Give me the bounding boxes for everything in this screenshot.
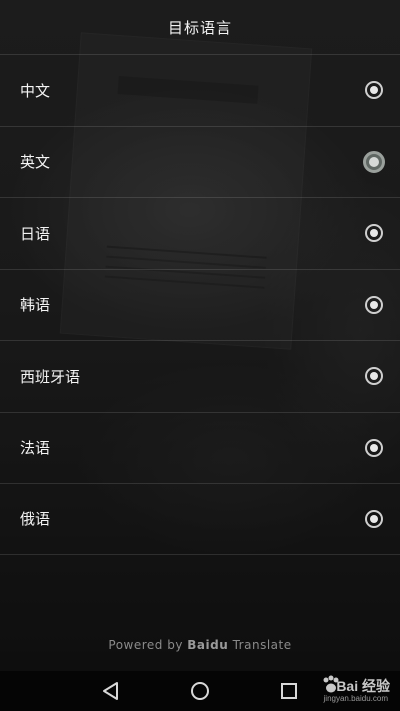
radio-dot-icon xyxy=(370,300,378,309)
watermark-main-text: Bai 经验 xyxy=(336,678,390,694)
watermark-url-text: jingyan.baidu.com xyxy=(323,694,388,703)
language-option-japanese[interactable]: 日语 xyxy=(0,197,400,269)
title-bar: 目标语言 xyxy=(0,0,400,54)
radio-button[interactable] xyxy=(365,509,383,528)
language-list: 中文 英文 日语 韩语 西班牙语 法语 俄语 xyxy=(0,54,400,555)
radio-button[interactable] xyxy=(365,438,383,457)
radio-button[interactable] xyxy=(365,367,383,386)
language-option-russian[interactable]: 俄语 xyxy=(0,483,400,555)
home-circle-icon xyxy=(191,682,209,700)
system-navigation-bar: Bai 经验 jingyan.baidu.com xyxy=(0,671,400,711)
language-label: 日语 xyxy=(20,224,51,243)
recent-square-icon xyxy=(281,683,297,699)
language-option-korean[interactable]: 韩语 xyxy=(0,268,400,341)
screen: 目标语言 中文 英文 日语 韩语 西班牙语 法语 俄语 Powered by B… xyxy=(0,0,400,711)
radio-button-selected[interactable] xyxy=(363,150,385,173)
language-label: 中文 xyxy=(20,81,51,100)
language-label: 俄语 xyxy=(20,510,51,529)
baidu-jingyan-watermark: Bai 经验 jingyan.baidu.com xyxy=(306,672,392,708)
radio-button[interactable] xyxy=(365,81,383,100)
language-label: 西班牙语 xyxy=(20,367,81,386)
radio-dot-icon xyxy=(370,514,378,523)
language-option-spanish[interactable]: 西班牙语 xyxy=(0,340,400,412)
powered-by-text: Powered by Baidu Translate xyxy=(0,638,400,652)
language-option-french[interactable]: 法语 xyxy=(0,411,400,484)
radio-button[interactable] xyxy=(365,224,383,243)
radio-dot-icon xyxy=(370,372,378,381)
page-title: 目标语言 xyxy=(167,18,232,37)
language-label: 英文 xyxy=(20,153,51,172)
language-option-chinese[interactable]: 中文 xyxy=(0,54,400,126)
back-triangle-icon xyxy=(103,682,118,700)
language-label: 法语 xyxy=(20,439,51,458)
radio-dot-icon xyxy=(370,443,378,452)
radio-dot-icon xyxy=(370,86,378,95)
back-button[interactable] xyxy=(81,671,141,711)
home-button[interactable] xyxy=(170,671,230,711)
powered-prefix: Powered by xyxy=(108,638,183,652)
language-option-english[interactable]: 英文 xyxy=(0,125,400,198)
powered-suffix: Translate xyxy=(232,638,292,652)
radio-dot-icon xyxy=(370,229,378,238)
radio-dot-icon xyxy=(369,156,379,167)
radio-button[interactable] xyxy=(365,295,383,314)
language-label: 韩语 xyxy=(20,296,51,315)
powered-brand: Baidu xyxy=(187,638,229,652)
